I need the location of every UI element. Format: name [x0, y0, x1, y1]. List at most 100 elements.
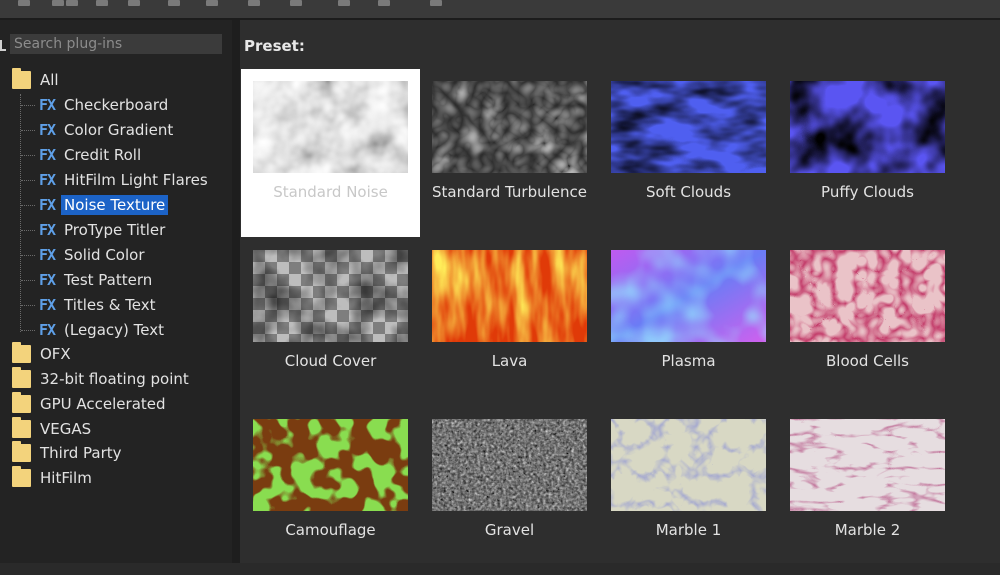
preset-tile[interactable]: Standard Turbulence	[420, 69, 599, 237]
tree-item-label: HitFilm Light Flares	[64, 171, 208, 189]
toolbar-button-icon[interactable]	[378, 0, 390, 6]
fx-icon: FX	[39, 96, 56, 114]
preset-tile[interactable]: Marble 2	[778, 407, 957, 575]
toolbar-button-icon[interactable]	[206, 0, 218, 6]
tree-item-plugin[interactable]: FX Credit Roll	[21, 143, 144, 167]
tree-item-label: Noise Texture	[61, 195, 169, 215]
tree-item-folder[interactable]: Third Party	[12, 441, 125, 465]
preset-tile[interactable]: Marble 1	[599, 407, 778, 575]
preset-tile[interactable]: Plasma	[599, 238, 778, 406]
fx-icon: FX	[39, 296, 56, 314]
tree-item-all[interactable]: All	[12, 68, 62, 92]
preset-name: Standard Noise	[273, 183, 388, 201]
tree-item-folder[interactable]: OFX	[12, 342, 74, 366]
tree-item-plugin[interactable]: FX HitFilm Light Flares	[21, 168, 211, 192]
toolbar-button-icon[interactable]	[168, 0, 180, 6]
tree-line	[21, 229, 35, 231]
fx-icon: FX	[39, 146, 56, 164]
gravel-thumbnail	[432, 419, 587, 511]
preset-tile-selected[interactable]: Standard Noise	[241, 69, 420, 237]
folder-icon	[12, 342, 31, 363]
preset-name: Marble 2	[834, 521, 901, 539]
tree-item-label: Solid Color	[64, 246, 145, 264]
cloud-cover-thumbnail	[253, 250, 408, 342]
lava-thumbnail	[432, 250, 587, 342]
folder-icon	[12, 367, 31, 388]
fx-icon: FX	[39, 196, 56, 214]
tree-item-label: HitFilm	[40, 469, 92, 487]
toolbar-button-icon[interactable]	[248, 0, 260, 6]
preset-tile[interactable]: Puffy Clouds	[778, 69, 957, 237]
puffy-clouds-thumbnail	[790, 81, 945, 173]
fx-icon: FX	[39, 271, 56, 289]
toolbar-button-icon[interactable]	[66, 0, 78, 6]
preset-name: Puffy Clouds	[821, 183, 914, 201]
tree-item-label: GPU Accelerated	[40, 395, 166, 413]
toolbar-button-icon[interactable]	[430, 0, 442, 6]
tree-item-plugin-selected[interactable]: FX Noise Texture	[21, 193, 169, 217]
tree-line	[21, 154, 35, 156]
preset-name: Marble 1	[655, 521, 722, 539]
tree-item-folder[interactable]: 32-bit floating point	[12, 367, 192, 391]
search-input[interactable]	[10, 34, 222, 54]
fx-icon: FX	[39, 121, 56, 139]
tree-item-label: Third Party	[40, 444, 122, 462]
preset-name: Standard Turbulence	[432, 183, 587, 201]
toolbar-button-icon[interactable]	[18, 0, 30, 6]
tree-line	[21, 279, 35, 281]
tree-item-plugin[interactable]: FX Titles & Text	[21, 293, 159, 317]
tree-line	[21, 104, 35, 106]
folder-icon	[12, 392, 31, 413]
tree-item-plugin[interactable]: FX Solid Color	[21, 243, 148, 267]
tree-line	[21, 129, 35, 131]
preset-name: Camouflage	[285, 521, 376, 539]
tree-item-label: All	[40, 71, 59, 89]
preset-name: Blood Cells	[826, 352, 909, 370]
tree-item-label: ProType Titler	[64, 221, 166, 239]
preset-name: Lava	[491, 352, 528, 370]
tree-line	[21, 204, 35, 206]
toolbar-button-icon[interactable]	[52, 0, 64, 6]
tree-item-folder[interactable]: VEGAS	[12, 417, 94, 441]
toolbar-button-icon[interactable]	[96, 0, 108, 6]
preset-name: Plasma	[661, 352, 716, 370]
collapse-marker-icon	[0, 40, 6, 51]
standard-noise-thumbnail	[253, 81, 408, 173]
toolbar-button-icon[interactable]	[290, 0, 302, 6]
tree-item-label: (Legacy) Text	[64, 321, 164, 339]
tree-item-folder[interactable]: HitFilm	[12, 466, 95, 490]
fx-icon: FX	[39, 221, 56, 239]
marble-2-thumbnail	[790, 419, 945, 511]
preset-tile[interactable]: Soft Clouds	[599, 69, 778, 237]
toolbar-button-icon[interactable]	[338, 0, 350, 6]
tree-item-plugin[interactable]: FX Checkerboard	[21, 93, 171, 117]
folder-icon	[12, 68, 31, 89]
preset-heading: Preset:	[244, 37, 305, 55]
tree-item-label: Titles & Text	[64, 296, 156, 314]
folder-icon	[12, 466, 31, 487]
fx-icon: FX	[39, 321, 56, 339]
tree-item-label: Checkerboard	[64, 96, 169, 114]
tree-item-label: OFX	[40, 345, 71, 363]
splitter[interactable]	[232, 20, 240, 563]
preset-tile[interactable]: Gravel	[420, 407, 599, 575]
tree-line	[21, 179, 35, 181]
folder-icon	[12, 441, 31, 462]
tree-item-folder[interactable]: GPU Accelerated	[12, 392, 169, 416]
preset-tile[interactable]: Camouflage	[241, 407, 420, 575]
toolbar-button-icon[interactable]	[128, 0, 140, 6]
preset-tile[interactable]: Lava	[420, 238, 599, 406]
preset-tile[interactable]: Cloud Cover	[241, 238, 420, 406]
preset-name: Gravel	[484, 521, 535, 539]
tree-item-plugin[interactable]: FX ProType Titler	[21, 218, 168, 242]
preset-name: Soft Clouds	[645, 183, 732, 201]
folder-icon	[12, 417, 31, 438]
tree-item-plugin[interactable]: FX Color Gradient	[21, 118, 176, 142]
tree-item-plugin[interactable]: FX Test Pattern	[21, 268, 155, 292]
preset-tile[interactable]: Blood Cells	[778, 238, 957, 406]
blood-cells-thumbnail	[790, 250, 945, 342]
tree-item-plugin[interactable]: FX (Legacy) Text	[21, 318, 167, 342]
tree-item-label: 32-bit floating point	[40, 370, 189, 388]
tree-item-label: Color Gradient	[64, 121, 174, 139]
tree-item-label: Credit Roll	[64, 146, 142, 164]
